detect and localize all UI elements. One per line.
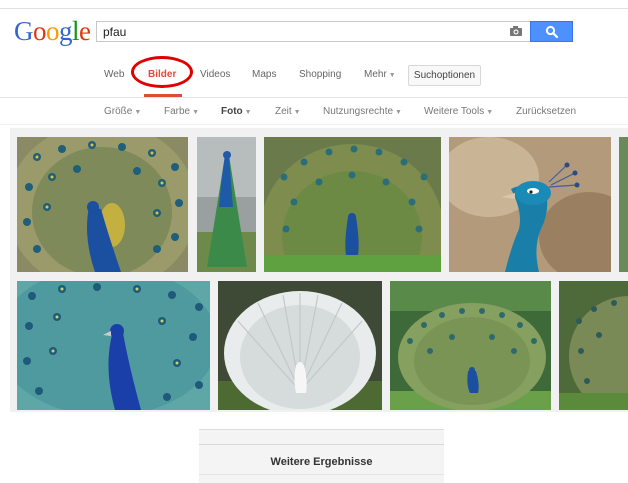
caret-down-icon: ▼ xyxy=(192,109,200,116)
caret-down-icon: ▼ xyxy=(244,109,252,116)
peacock-image xyxy=(449,137,611,272)
peacock-image xyxy=(619,137,628,272)
tab-mehr[interactable]: Mehr ▼ xyxy=(364,69,396,80)
image-result[interactable] xyxy=(17,137,188,272)
image-result[interactable] xyxy=(218,281,382,410)
tools-bar: Größe ▼ Farbe ▼ Foto ▼ Zeit ▼ Nutzungsrechte… xyxy=(0,106,628,122)
peacock-image xyxy=(390,281,551,410)
tool-nutzungsrechte[interactable]: Nutzungsrechte ▼ xyxy=(323,106,402,117)
tool-zeit-label: Zeit xyxy=(275,106,292,117)
tool-nutzungsrechte-label: Nutzungsrechte xyxy=(323,106,394,117)
logo-letter: e xyxy=(79,16,91,46)
image-result[interactable] xyxy=(197,137,256,272)
search-box xyxy=(96,21,530,42)
tool-zeit[interactable]: Zeit ▼ xyxy=(275,106,301,117)
highlight-circle xyxy=(131,56,193,88)
tool-groesse-label: Größe xyxy=(104,106,133,117)
image-result[interactable] xyxy=(264,137,441,272)
google-logo[interactable]: Google xyxy=(14,14,91,48)
logo-letter: o xyxy=(46,16,60,46)
peacock-image xyxy=(218,281,382,410)
image-result[interactable] xyxy=(449,137,611,272)
tool-farbe-label: Farbe xyxy=(164,106,191,117)
logo-letter: g xyxy=(59,16,73,46)
more-results-divider xyxy=(199,474,444,475)
peacock-image xyxy=(197,137,256,272)
tab-shopping[interactable]: Shopping xyxy=(299,69,341,80)
tab-videos[interactable]: Videos xyxy=(200,69,230,80)
peacock-image xyxy=(17,137,188,272)
search-button[interactable] xyxy=(530,21,573,42)
search-nav: Web Bilder Videos Maps Shopping Mehr ▼ xyxy=(0,66,628,88)
more-results-divider xyxy=(199,444,444,445)
caret-down-icon: ▼ xyxy=(395,109,402,116)
logo-letter: o xyxy=(33,16,47,46)
image-result[interactable] xyxy=(619,137,628,272)
image-result[interactable] xyxy=(17,281,210,410)
nav-divider xyxy=(0,97,628,98)
image-result[interactable] xyxy=(390,281,551,410)
suchoptionen-button[interactable]: Suchoptionen xyxy=(408,65,481,86)
tab-web[interactable]: Web xyxy=(104,69,124,80)
tab-mehr-label: Mehr xyxy=(364,69,387,80)
peacock-image xyxy=(559,281,628,410)
peacock-image xyxy=(264,137,441,272)
image-result[interactable] xyxy=(559,281,628,410)
logo-letter: G xyxy=(14,16,34,46)
caret-down-icon: ▼ xyxy=(388,72,396,79)
tab-maps[interactable]: Maps xyxy=(252,69,276,80)
top-divider xyxy=(0,8,628,9)
more-results-button[interactable]: Weitere Ergebnisse xyxy=(199,429,444,483)
tool-groesse[interactable]: Größe ▼ xyxy=(104,106,141,117)
more-results-label: Weitere Ergebnisse xyxy=(270,456,373,468)
tool-foto-label: Foto xyxy=(221,106,243,117)
caret-down-icon: ▼ xyxy=(134,109,142,116)
peacock-image xyxy=(17,281,210,410)
caret-down-icon: ▼ xyxy=(486,109,494,116)
caret-down-icon: ▼ xyxy=(293,109,301,116)
logo-letter: l xyxy=(72,16,80,46)
tool-foto[interactable]: Foto ▼ xyxy=(221,106,252,117)
tool-farbe[interactable]: Farbe ▼ xyxy=(164,106,199,117)
tools-divider xyxy=(0,124,628,125)
tool-zuruecksetzen[interactable]: Zurücksetzen xyxy=(516,106,576,117)
tool-weitere-tools[interactable]: Weitere Tools ▼ xyxy=(424,106,493,117)
search-input[interactable] xyxy=(103,22,493,41)
search-icon xyxy=(545,25,559,39)
camera-icon[interactable] xyxy=(509,25,523,37)
tool-weitere-tools-label: Weitere Tools xyxy=(424,106,485,117)
